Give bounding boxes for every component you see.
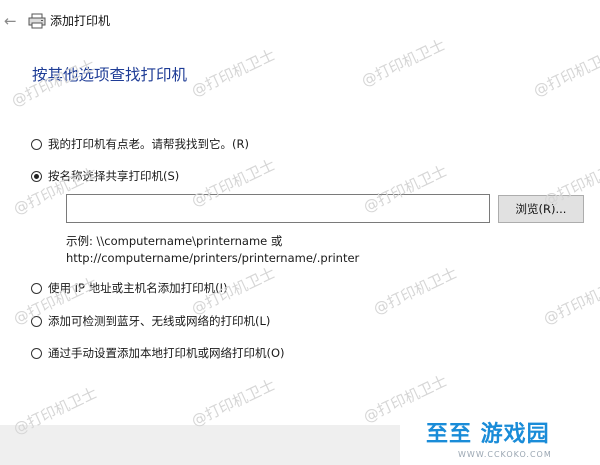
option-label: 添加可检测到蓝牙、无线或网络的打印机(L) xyxy=(48,314,271,328)
example-text-line1: 示例: \\computername\printername 或 xyxy=(66,234,283,248)
window-title: 添加打印机 xyxy=(50,14,111,28)
option-select-shared-printer[interactable]: 按名称选择共享打印机(S) xyxy=(31,168,179,184)
watermark: @打印机卫士 xyxy=(530,45,600,101)
option-label: 按名称选择共享打印机(S) xyxy=(48,169,180,183)
radio-add-local-manual[interactable] xyxy=(31,347,42,359)
radio-add-by-ip[interactable] xyxy=(31,282,42,294)
printer-icon xyxy=(28,13,46,29)
logo-text: 至至 游戏园 xyxy=(426,422,550,447)
option-label: 通过手动设置添加本地打印机或网络打印机(O) xyxy=(48,346,285,360)
option-add-by-ip[interactable]: 使用 IP 地址或主机名添加打印机(I) xyxy=(31,280,228,296)
radio-printer-old[interactable] xyxy=(31,138,42,150)
example-text-line2: http://computername/printers/printername… xyxy=(66,251,360,265)
browse-button[interactable]: 浏览(R)... xyxy=(498,195,584,223)
radio-add-wireless-bluetooth[interactable] xyxy=(31,315,42,327)
option-label: 我的打印机有点老。请帮我找到它。(R) xyxy=(48,137,249,151)
option-add-wireless-bluetooth[interactable]: 添加可检测到蓝牙、无线或网络的打印机(L) xyxy=(31,313,270,329)
watermark: @打印机卫士 xyxy=(188,45,278,101)
back-arrow-icon[interactable]: ← xyxy=(4,12,20,30)
page-heading: 按其他选项查找打印机 xyxy=(32,66,188,84)
shared-printer-name-input[interactable] xyxy=(66,194,490,223)
option-add-local-manual[interactable]: 通过手动设置添加本地打印机或网络打印机(O) xyxy=(31,345,285,361)
logo-url: WWW.CCKOKO.COM xyxy=(458,450,552,459)
watermark: @打印机卫士 xyxy=(540,273,600,329)
radio-select-shared-printer[interactable] xyxy=(31,170,42,182)
option-label: 使用 IP 地址或主机名添加打印机(I) xyxy=(48,281,228,295)
watermark: @打印机卫士 xyxy=(370,263,460,319)
option-printer-old[interactable]: 我的打印机有点老。请帮我找到它。(R) xyxy=(31,136,249,152)
watermark: @打印机卫士 xyxy=(188,375,278,431)
title-bar: ← 添加打印机 xyxy=(0,0,600,44)
site-logo: 至至 游戏园 WWW.CCKOKO.COM xyxy=(400,416,600,465)
